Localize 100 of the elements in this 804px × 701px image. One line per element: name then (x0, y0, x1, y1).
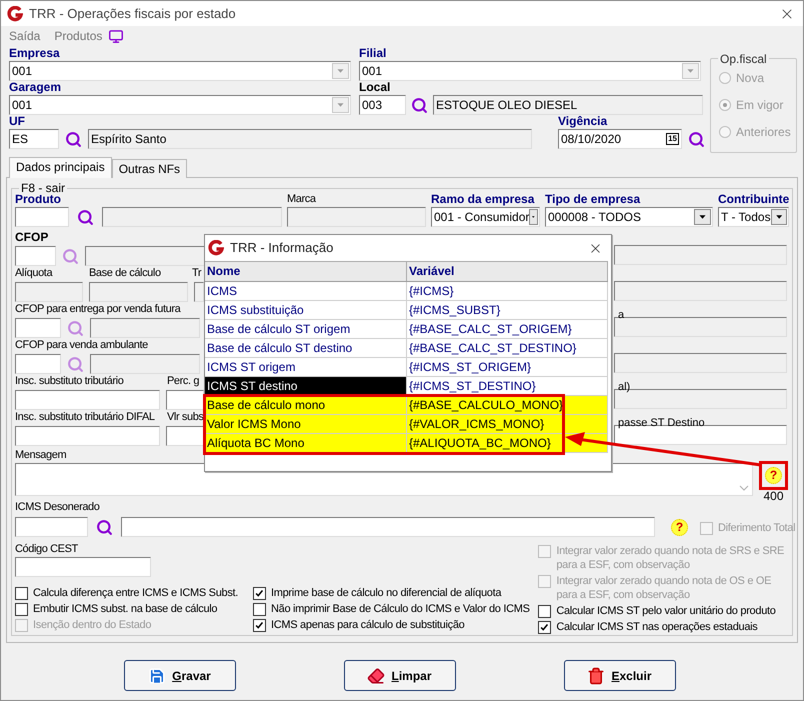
combo-box[interactable]: 001 (9, 95, 351, 115)
text-field[interactable] (85, 246, 205, 266)
character-counter: 400 (763, 490, 784, 502)
text-field[interactable]: 003 (359, 95, 406, 115)
field-label: Produto (15, 192, 61, 207)
text-field[interactable] (15, 390, 160, 410)
table-cell[interactable]: ICMS (205, 282, 407, 300)
table-cell[interactable]: ICMS ST destino (205, 377, 407, 395)
table-cell[interactable]: {#BASE_CALC_ST_ORIGEM} (407, 320, 608, 338)
text-field[interactable] (15, 207, 69, 227)
table-cell[interactable]: Base de cálculo ST destino (205, 339, 407, 357)
text-field[interactable] (15, 426, 160, 446)
search-icon[interactable] (411, 96, 428, 114)
table-cell[interactable]: {#ICMS} (407, 282, 608, 300)
description-field[interactable]: Espírito Santo (88, 129, 532, 149)
table-cell[interactable]: {#ICMS_SUBST} (407, 301, 608, 319)
field-label: Tipo de empresa (545, 192, 642, 207)
text-field[interactable] (15, 318, 61, 338)
table-cell[interactable]: Alíquota BC Mono (205, 434, 407, 452)
calendar-button[interactable]: 15 (666, 133, 679, 145)
text-field[interactable] (614, 353, 787, 373)
table-cell[interactable]: {#BASE_CALC_ST_DESTINO} (407, 339, 608, 357)
combo-box[interactable]: T - Todos (718, 207, 789, 227)
search-icon[interactable] (65, 130, 82, 148)
tab[interactable]: Outras NFs (112, 159, 188, 178)
text-field[interactable] (102, 207, 282, 227)
text-field[interactable] (194, 282, 204, 302)
help-icon[interactable]: ? (765, 467, 782, 484)
field-label: CFOP para venda ambulante (15, 338, 148, 353)
help-icon[interactable]: ? (671, 519, 688, 536)
field-label: Filial (359, 46, 388, 61)
table-cell[interactable]: {#BASE_CALCULO_MONO} (407, 396, 608, 414)
text-field[interactable] (614, 245, 787, 265)
menu-item[interactable]: Saída (9, 27, 40, 45)
text-field[interactable] (614, 317, 787, 337)
table-cell[interactable]: Valor ICMS Mono (205, 415, 407, 433)
text-field[interactable] (15, 557, 151, 577)
table-cell[interactable]: Base de cálculo mono (205, 396, 407, 414)
checkbox-label: Integrar valor zerado quando nota de SRS e SRE para a ESF, com observação (556, 544, 786, 572)
text-field[interactable] (90, 354, 200, 374)
field-label: Código CEST (15, 542, 79, 557)
action-button[interactable]: Limpar (344, 660, 456, 691)
action-button[interactable]: Gravar (124, 660, 236, 691)
group-title: F8 - sair (19, 181, 68, 195)
combo-box[interactable]: 001 (9, 61, 351, 81)
action-button[interactable]: Excluir (564, 660, 676, 691)
scroll-down-icon (739, 484, 749, 492)
search-icon[interactable] (77, 208, 94, 226)
field-label: Insc. substituto tributário DIFAL (15, 410, 155, 425)
table-cell[interactable]: {#ICMS_ST_DESTINO} (407, 377, 608, 395)
table-cell[interactable]: {#ICMS_ST_ORIGEM} (407, 358, 608, 376)
text-field[interactable] (121, 517, 655, 537)
field-label: Insc. substituto tributário (15, 374, 124, 389)
text-field[interactable] (287, 207, 426, 227)
checkbox[interactable] (15, 603, 28, 616)
radio-button[interactable] (719, 126, 731, 138)
search-icon[interactable] (688, 130, 705, 148)
column-header[interactable]: Nome (205, 262, 407, 281)
checkbox[interactable] (538, 605, 552, 618)
checkbox-label: Integrar valor zerado quando nota de OS e OE para a ESF, com observação (556, 574, 772, 602)
radio-button[interactable] (719, 99, 731, 111)
checkbox[interactable] (538, 621, 552, 634)
dialog-title: TRR - Informação (230, 239, 334, 258)
menu-item[interactable]: Produtos (54, 27, 102, 45)
field-label: Marca (287, 192, 317, 207)
column-header[interactable]: Variável (407, 262, 608, 281)
trash-icon (587, 666, 606, 684)
table-cell[interactable]: ICMS substituição (205, 301, 407, 319)
search-icon[interactable] (96, 518, 113, 536)
text-field[interactable] (89, 282, 188, 302)
text-field[interactable] (90, 318, 200, 338)
checkbox[interactable] (15, 587, 28, 600)
eraser-icon (367, 666, 386, 684)
field-label: Contribuinte (718, 192, 790, 207)
combo-box[interactable]: 001 (359, 61, 701, 81)
radio-label: Nova (736, 70, 764, 87)
text-field[interactable] (614, 281, 787, 301)
checkbox[interactable] (253, 587, 266, 600)
field-label: Alíquota (15, 266, 52, 281)
text-field[interactable] (166, 426, 204, 446)
combo-box[interactable]: 000008 - TODOS (545, 207, 713, 227)
description-field[interactable]: ESTOQUE OLEO DIESEL (433, 95, 703, 115)
combo-box[interactable]: 001 - Consumidor (431, 207, 540, 227)
checkbox-label: Imprime base de cálculo no diferencial de alíquota (271, 586, 502, 600)
monitor-icon[interactable] (108, 28, 124, 44)
table-cell[interactable]: Base de cálculo ST origem (205, 320, 407, 338)
checkbox[interactable] (253, 603, 266, 616)
text-field[interactable] (15, 517, 88, 537)
table-cell[interactable]: ICMS ST origem (205, 358, 407, 376)
checkbox[interactable] (253, 619, 266, 632)
date-field[interactable]: 08/10/2020 15 (558, 129, 682, 149)
radio-label: Anteriores (736, 124, 791, 141)
tab[interactable]: Dados principais (9, 157, 112, 178)
text-field[interactable] (15, 246, 56, 266)
field-label: Vigência (558, 114, 608, 129)
text-field[interactable] (15, 282, 83, 302)
radio-button[interactable] (719, 72, 731, 84)
text-field[interactable] (15, 354, 61, 374)
text-field[interactable] (166, 390, 204, 410)
text-field[interactable]: ES (9, 129, 59, 149)
